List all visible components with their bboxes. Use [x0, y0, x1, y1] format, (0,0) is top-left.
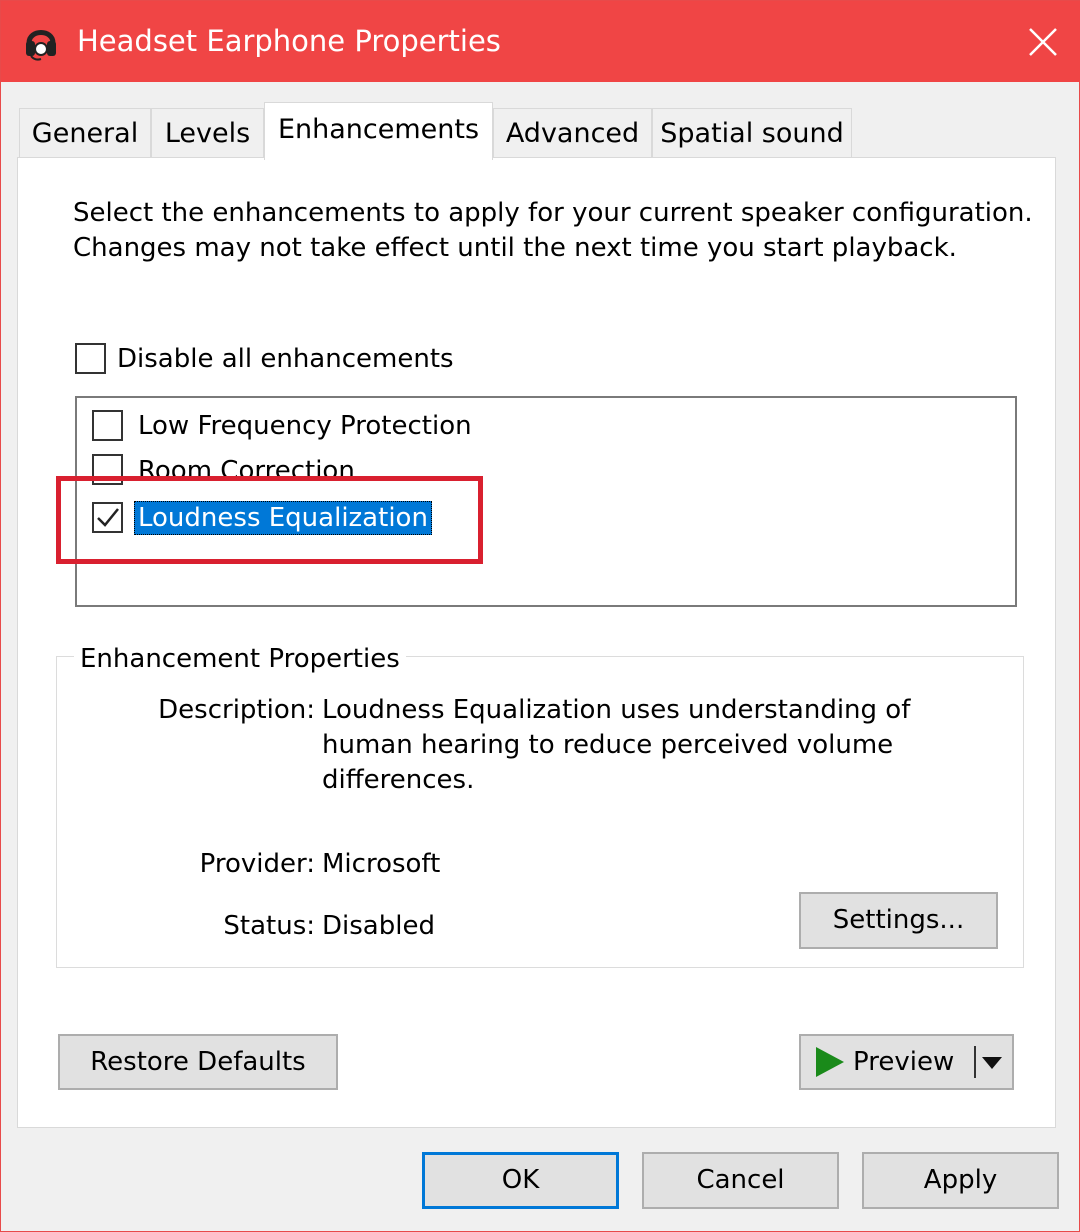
list-item-selected[interactable]: Loudness Equalization	[134, 501, 432, 535]
description-value: Loudness Equalization uses understanding…	[322, 695, 911, 795]
description-label: Description:	[158, 695, 315, 725]
apply-button[interactable]: Apply	[862, 1152, 1059, 1209]
window-title: Headset Earphone Properties	[77, 24, 501, 58]
close-button[interactable]	[1005, 1, 1080, 82]
room-correction-checkbox[interactable]	[92, 454, 123, 485]
chevron-down-icon[interactable]	[981, 1056, 1003, 1070]
ok-button[interactable]: OK	[422, 1152, 619, 1209]
disable-all-checkbox[interactable]	[75, 343, 106, 374]
preview-button[interactable]: Preview	[799, 1034, 1014, 1090]
loudness-equalization-checkbox[interactable]	[92, 502, 123, 533]
list-item[interactable]: Room Correction	[138, 454, 355, 488]
headset-icon	[26, 30, 56, 61]
tab-general[interactable]: General	[19, 108, 151, 158]
intro-text: Select the enhancements to apply for you…	[73, 198, 1033, 263]
tab-advanced[interactable]: Advanced	[493, 108, 652, 158]
checkmark-icon	[97, 508, 119, 527]
split-separator	[974, 1046, 976, 1078]
tab-levels[interactable]: Levels	[151, 108, 264, 158]
disable-all-label[interactable]: Disable all enhancements	[117, 342, 454, 376]
group-title: Enhancement Properties	[74, 642, 406, 676]
tab-spatial-sound[interactable]: Spatial sound	[652, 108, 852, 158]
provider-label: Provider:	[199, 849, 315, 879]
play-icon	[816, 1047, 844, 1077]
title-bar: Headset Earphone Properties	[1, 1, 1080, 82]
restore-defaults-button[interactable]: Restore Defaults	[58, 1034, 338, 1090]
low-frequency-protection-checkbox[interactable]	[92, 410, 123, 441]
cancel-button[interactable]: Cancel	[642, 1152, 839, 1209]
properties-dialog: Headset Earphone Properties General Leve…	[0, 0, 1080, 1232]
status-label: Status:	[223, 911, 315, 941]
status-value: Disabled	[322, 911, 435, 941]
preview-label: Preview	[853, 1047, 955, 1077]
enhancements-list[interactable]: Low Frequency Protection Room Correction…	[75, 396, 1017, 607]
enhancements-panel: Select the enhancements to apply for you…	[17, 157, 1056, 1128]
list-item[interactable]: Low Frequency Protection	[138, 409, 472, 443]
tab-enhancements[interactable]: Enhancements	[264, 102, 493, 160]
provider-value: Microsoft	[322, 849, 441, 879]
close-icon	[1029, 27, 1057, 56]
settings-button[interactable]: Settings...	[799, 892, 998, 949]
